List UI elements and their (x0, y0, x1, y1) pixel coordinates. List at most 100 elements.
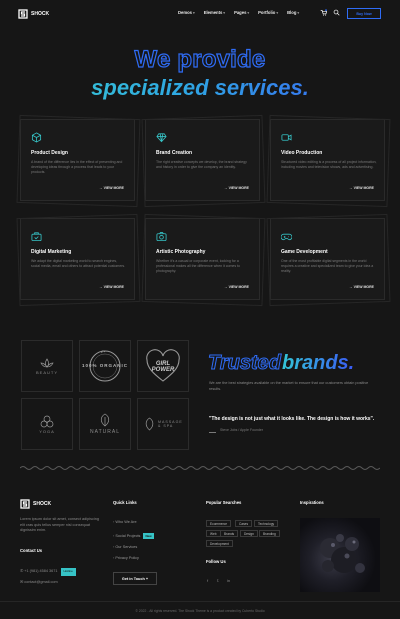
nav-item-demos[interactable]: Demos (178, 10, 195, 15)
footer-about-text: Lorem ipsum dolor sit amet, consect adip… (20, 517, 99, 532)
inspiration-image[interactable] (300, 518, 380, 592)
email-address: contact@gmail.com (24, 580, 58, 584)
brand-logo-text: NATURAL (90, 429, 120, 435)
search-icon[interactable] (333, 9, 340, 16)
tag-brands[interactable]: Brands (220, 530, 239, 537)
view-more-link[interactable]: → VIEW MORE (99, 186, 124, 190)
quick-link-our-services[interactable]: Our Services (113, 545, 137, 549)
gamepad-icon (281, 233, 292, 241)
nav-item-blog[interactable]: Blog (287, 10, 299, 15)
get-in-touch-button[interactable]: Get in Touch + (113, 572, 157, 585)
contact-phone[interactable]: ✆ +1 (981) 4584 3671 Hotline (20, 568, 76, 576)
service-title: Product Design (31, 150, 68, 156)
service-description: Whether it's a casual or corporate event… (156, 259, 240, 273)
service-card-brand-creation[interactable]: Brand Creation The right creative concep… (141, 114, 266, 208)
facebook-icon[interactable]: f (207, 578, 212, 583)
logo-text: SHOCK (31, 11, 50, 17)
plus-icon: + (145, 576, 149, 581)
tag-technology[interactable]: Technology (254, 520, 279, 527)
view-more-label: VIEW MORE (353, 285, 374, 289)
view-more-link[interactable]: → VIEW MORE (224, 186, 249, 190)
service-card-video-production[interactable]: Video Production Structured video editin… (266, 114, 391, 208)
nav-item-pages[interactable]: Pages (234, 10, 249, 15)
yoga-circles-icon (40, 415, 54, 427)
view-more-label: VIEW MORE (103, 285, 124, 289)
service-card-artistic-photography[interactable]: Artistic Photography Whether it's a casu… (141, 213, 266, 307)
view-more-link[interactable]: → VIEW MORE (349, 285, 374, 289)
cube-icon (31, 132, 42, 143)
service-description: A brand of the difference lies in the ef… (31, 160, 123, 174)
page: SHOCK Demos Elements Pages Portfolio Blo… (0, 0, 400, 619)
brand-logo-massage-spa: MASSAGE & SPA (137, 398, 189, 450)
tag-design[interactable]: Design (240, 530, 258, 537)
quick-link-social-projects[interactable]: Social ProjectsNew (113, 533, 154, 539)
hero-title-line2: specialized services. (0, 75, 400, 101)
quick-link-who-we-are[interactable]: Who We Are (113, 520, 136, 524)
trusted-title-outline: Trusted (208, 352, 282, 375)
footer-logo-text: SHOCK (33, 501, 52, 507)
nav-item-elements[interactable]: Elements (204, 10, 225, 15)
service-title: Game Development (281, 249, 328, 255)
tag-web[interactable]: Web (206, 530, 221, 537)
popular-searches-heading: Popular Searches (206, 500, 242, 505)
main-nav: Demos Elements Pages Portfolio Blog (178, 10, 299, 15)
new-badge: New (143, 533, 154, 539)
view-more-label: VIEW MORE (228, 186, 249, 190)
spa-leaf-icon (145, 417, 154, 431)
tag-cases[interactable]: Cases (235, 520, 253, 527)
linkedin-icon[interactable]: in (227, 578, 232, 583)
service-description: Structured video editing is a process of… (281, 160, 377, 169)
service-title: Artistic Photography (156, 249, 206, 255)
nav-item-portfolio[interactable]: Portfolio (258, 10, 278, 15)
buy-now-button[interactable]: Buy Now (347, 8, 381, 19)
brand-logo-girl-power: GIRL POWER (137, 340, 189, 392)
service-card-digital-marketing[interactable]: Digital Marketing We adapt the digital m… (16, 213, 141, 307)
brand-logo-organic: 100% ORGANIC (79, 340, 131, 392)
brand-logo-text: BEAUTY (35, 369, 58, 375)
tag-development[interactable]: Development (206, 540, 233, 547)
brand-logo-yoga: YOGA (21, 398, 73, 450)
service-card-product-design[interactable]: Product Design A brand of the difference… (16, 114, 141, 208)
view-more-link[interactable]: → VIEW MORE (349, 186, 374, 190)
lotus-icon (40, 357, 54, 367)
view-more-link[interactable]: → VIEW MORE (99, 285, 124, 289)
view-more-label: VIEW MORE (228, 285, 249, 289)
service-description: The right creative concepts we develop, … (156, 160, 247, 169)
logo-mark-icon (18, 9, 28, 19)
camera-icon (156, 232, 167, 242)
service-description: One of the most profitable digital segme… (281, 259, 374, 273)
phone-number: +1 (981) 4584 3671 (24, 569, 58, 573)
footer-logo[interactable]: SHOCK (20, 499, 51, 509)
brand-logo-text: YOGA (39, 428, 55, 434)
quote-author: Steve Jobs / Apple Founder (220, 428, 263, 432)
service-title: Digital Marketing (31, 249, 72, 255)
quick-link-privacy-policy[interactable]: Privacy Policy (113, 556, 139, 560)
view-more-link[interactable]: → VIEW MORE (224, 285, 249, 289)
service-title: Video Production (281, 150, 323, 156)
contact-heading: Contact Us (20, 548, 43, 553)
contact-email[interactable]: ✉ contact@gmail.com (20, 580, 58, 586)
service-title: Brand Creation (156, 150, 193, 156)
brand-logo-beauty: BEAUTY (21, 340, 73, 392)
service-card-game-development[interactable]: Game Development One of the most profita… (266, 213, 391, 307)
leaf-icon (100, 413, 110, 427)
diamond-icon (156, 133, 167, 143)
wavy-divider (20, 466, 380, 470)
twitter-icon[interactable]: 𝕥 (217, 578, 222, 583)
hero-title-line1: We provide (134, 45, 266, 73)
inspirations-heading: Inspirations (300, 500, 324, 505)
brand-logo-natural: NATURAL (79, 398, 131, 450)
tag-branding[interactable]: Branding (259, 530, 280, 537)
logo[interactable]: SHOCK (18, 9, 49, 19)
quick-links-heading: Quick Links (113, 500, 137, 505)
cart-icon[interactable] (320, 9, 327, 16)
quote-text: "The design is not just what it looks li… (209, 416, 375, 422)
service-description: We adapt the digital marketing world to … (31, 259, 126, 268)
tag-ecommerce[interactable]: Ecommerce (206, 520, 232, 527)
view-more-label: VIEW MORE (103, 186, 124, 190)
quote-dash (209, 432, 216, 433)
briefcase-icon (31, 232, 42, 242)
get-in-touch-label: Get in Touch (121, 576, 145, 581)
abstract-spheres-image (320, 534, 365, 573)
quick-link-label: Social Projects (115, 534, 141, 538)
